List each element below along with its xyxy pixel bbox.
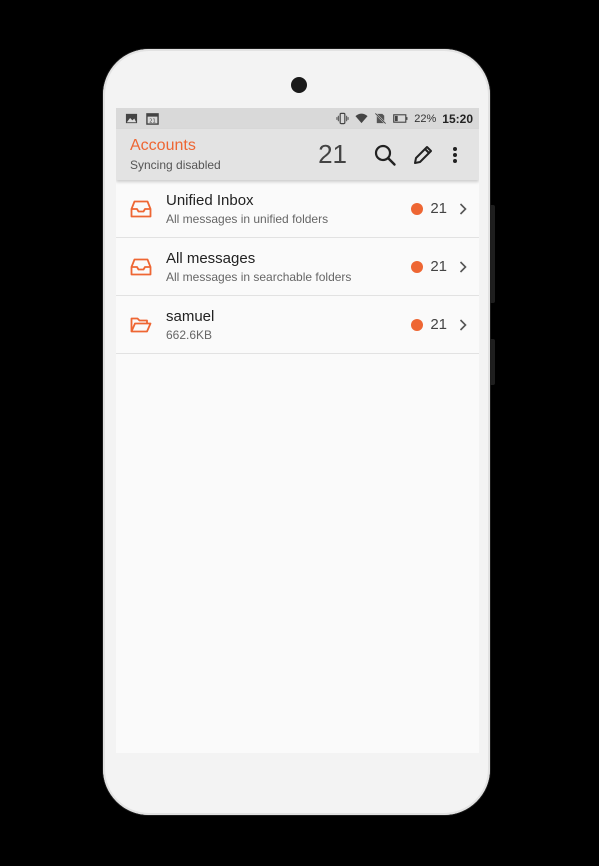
account-row-all-messages[interactable]: All messages All messages in searchable …: [116, 238, 479, 296]
account-row-unified-inbox[interactable]: Unified Inbox All messages in unified fo…: [116, 180, 479, 238]
unread-count-label: 21: [430, 258, 447, 275]
overflow-menu-button[interactable]: [445, 141, 465, 169]
inbox-icon: [130, 258, 152, 275]
toolbar-title: Accounts: [130, 137, 196, 154]
toolbar-subtitle: Syncing disabled: [130, 158, 221, 172]
unread-dot: [411, 202, 424, 215]
compose-button[interactable]: [409, 141, 437, 169]
calendar-notification-icon: 21: [146, 113, 159, 125]
clock: 15:20: [442, 111, 473, 126]
more-vert-icon: [453, 146, 457, 163]
status-bar: 21 22% 15:20: [116, 108, 479, 129]
search-button[interactable]: [371, 141, 399, 169]
account-description: 662.6KB: [166, 327, 213, 342]
unread-dot: [411, 318, 424, 331]
app-toolbar: Accounts Syncing disabled 21: [116, 129, 479, 180]
wifi-icon: [355, 113, 368, 124]
pencil-icon: [414, 145, 432, 164]
chevron-right-icon: [459, 318, 467, 331]
unread-count-label: 21: [430, 200, 447, 217]
screen: 21 22% 15:20 Accounts Syncing disabled 2…: [116, 108, 479, 753]
account-name: All messages: [166, 249, 256, 267]
account-list: Unified Inbox All messages in unified fo…: [116, 180, 479, 354]
battery-icon: [393, 114, 408, 123]
svg-text:21: 21: [149, 119, 155, 125]
unread-count-label: 21: [430, 316, 447, 333]
volume-button: [490, 339, 495, 385]
account-description: All messages in searchable folders: [166, 269, 352, 284]
chevron-right-icon: [459, 260, 467, 273]
unread-dot: [411, 260, 424, 273]
battery-percent: 22%: [414, 112, 437, 125]
search-icon: [374, 144, 396, 166]
account-row-samuel[interactable]: samuel 662.6KB 21: [116, 296, 479, 354]
account-name: Unified Inbox: [166, 191, 254, 209]
front-camera: [291, 77, 307, 93]
no-sim-icon: [375, 112, 387, 125]
inbox-icon: [130, 200, 152, 217]
chevron-right-icon: [459, 202, 467, 215]
account-description: All messages in unified folders: [166, 211, 329, 226]
folder-open-icon: [130, 317, 152, 332]
vibrate-icon: [336, 112, 349, 125]
unread-count: 21: [318, 139, 347, 169]
power-button: [490, 205, 495, 303]
image-notification-icon: [125, 113, 138, 124]
account-name: samuel: [166, 307, 215, 325]
